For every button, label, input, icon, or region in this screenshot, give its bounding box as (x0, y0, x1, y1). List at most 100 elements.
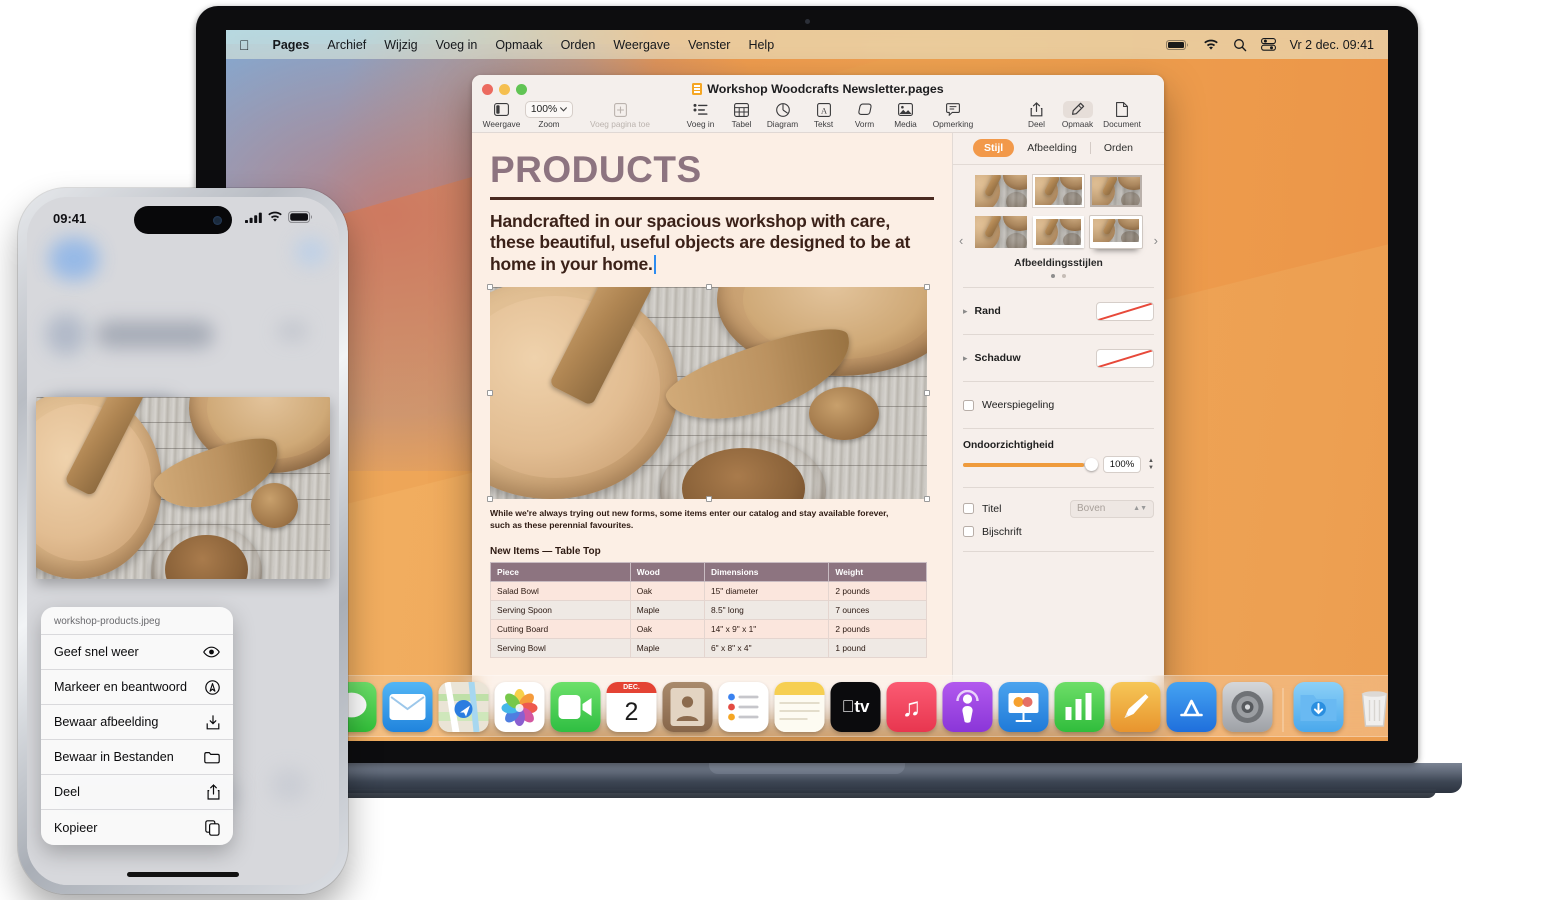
menu-item-markeer-en-beantwoord[interactable]: Markeer en beantwoord (41, 670, 233, 705)
dock-item-trash[interactable] (1350, 682, 1389, 732)
reflection-checkbox[interactable] (963, 399, 974, 411)
stepper-down-icon[interactable]: ▼ (1148, 465, 1154, 471)
format-inspector[interactable]: Stijl Afbeelding Orden ‹ › Afbeeldingsst… (952, 133, 1164, 719)
toolbar-tabel[interactable]: Tabel (721, 101, 762, 129)
dock-item-appstore[interactable] (1166, 682, 1217, 732)
table-row[interactable]: Serving Spoon Maple 8.5" long 7 ounces (490, 599, 927, 620)
macos-menu-bar[interactable]:  Pages Archief Wijzig Voeg in Opmaak Or… (226, 30, 1388, 59)
style-swatch-4[interactable] (975, 216, 1027, 248)
battery-icon[interactable] (1165, 39, 1189, 51)
selected-image[interactable] (487, 284, 930, 503)
styles-prev-arrow[interactable]: ‹ (959, 233, 963, 248)
macos-dock[interactable]: DEC. 2 tv ♫ (226, 675, 1388, 737)
page-dot-2[interactable] (1062, 274, 1066, 278)
dock-item-notes[interactable] (774, 682, 825, 732)
reflection-row[interactable]: Weerspiegeling (953, 391, 1164, 419)
pages-toolbar[interactable]: Weergave 100% Zoom Voeg pagina toe Voeg … (472, 101, 1164, 133)
dock-item-reminders[interactable] (718, 682, 769, 732)
opacity-value-field[interactable]: 100% (1103, 456, 1142, 473)
title-row[interactable]: Titel Boven ▲▼ (953, 497, 1164, 520)
menu-item-help[interactable]: Help (739, 38, 783, 52)
menu-item-voeg-in[interactable]: Voeg in (427, 38, 487, 52)
toolbar-opmerking[interactable]: Opmerking (926, 101, 980, 129)
menu-item-geef-snel-weer[interactable]: Geef snel weer (41, 635, 233, 670)
chevron-right-icon[interactable]: ▸ (963, 306, 968, 317)
dock-item-facetime[interactable] (550, 682, 601, 732)
page-title[interactable]: PRODUCTS (490, 151, 934, 188)
toolbar-vorm[interactable]: Vorm (844, 101, 885, 129)
iphone-screen[interactable]: 09:41 workshop-products.jpeg Geef snel w… (27, 197, 339, 885)
table-row[interactable]: Salad Bowl Oak 15" diameter 2 pounds (490, 580, 927, 601)
menu-item-opmaak[interactable]: Opmaak (486, 38, 551, 52)
toolbar-opmaak[interactable]: Opmaak (1057, 101, 1098, 129)
menu-item-bewaar-afbeelding[interactable]: Bewaar afbeelding (41, 705, 233, 740)
resize-handle-w[interactable] (487, 390, 493, 397)
opacity-slider-knob[interactable] (1085, 458, 1099, 471)
wifi-icon[interactable] (1203, 39, 1219, 51)
search-icon[interactable] (1233, 38, 1247, 52)
border-row[interactable]: ▸ Rand (953, 297, 1164, 325)
tab-afbeelding[interactable]: Afbeelding (1016, 139, 1088, 157)
dock-item-maps[interactable] (438, 682, 489, 732)
share-context-menu[interactable]: workshop-products.jpeg Geef snel weer Ma… (41, 607, 233, 845)
dock-item-keynote[interactable] (998, 682, 1049, 732)
page-dot-1[interactable] (1051, 274, 1055, 278)
chevron-right-icon[interactable]: ▸ (963, 353, 968, 364)
resize-handle-s[interactable] (705, 496, 712, 503)
menu-bar-clock[interactable]: Vr 2 dec. 09:41 (1290, 38, 1374, 52)
resize-handle-ne[interactable] (924, 284, 930, 291)
resize-handle-sw[interactable] (487, 496, 493, 503)
style-swatch-2[interactable] (1032, 175, 1085, 207)
caption-row[interactable]: Bijschrift (953, 520, 1164, 543)
zoom-popup-icon[interactable]: 100% (524, 101, 574, 118)
tab-orden[interactable]: Orden (1093, 139, 1144, 157)
table-row[interactable]: Serving Bowl Maple 6" x 8" x 4" 1 pound (490, 637, 927, 658)
opacity-stepper[interactable]: ▲ ▼ (1148, 458, 1154, 471)
table-title[interactable]: New Items — Table Top (490, 546, 934, 557)
opacity-slider[interactable] (963, 458, 1099, 471)
opacity-control[interactable]: 100% ▲ ▼ (953, 451, 1164, 473)
dock-item-system-settings[interactable] (1222, 682, 1273, 732)
shadow-row[interactable]: ▸ Schaduw (953, 344, 1164, 372)
title-position-select[interactable]: Boven ▲▼ (1070, 499, 1154, 518)
toolbar-document[interactable]: Document (1098, 101, 1146, 129)
menu-item-orden[interactable]: Orden (552, 38, 605, 52)
image-style-grid[interactable] (959, 175, 1158, 248)
dock-item-pages[interactable] (1110, 682, 1161, 732)
style-swatch-5[interactable] (1032, 216, 1085, 248)
image-caption[interactable]: While we're always trying out new forms,… (490, 507, 894, 532)
dock-item-music[interactable]: ♫ (886, 682, 937, 732)
workshop-products-photo[interactable] (490, 287, 927, 500)
dock-item-numbers[interactable] (1054, 682, 1105, 732)
toolbar-diagram[interactable]: Diagram (762, 101, 803, 129)
resize-handle-n[interactable] (705, 284, 712, 291)
caption-checkbox[interactable] (963, 526, 974, 537)
document-canvas[interactable]: PRODUCTS Handcrafted in our spacious wor… (472, 133, 952, 719)
inspector-tabs[interactable]: Stijl Afbeelding Orden (953, 133, 1164, 165)
style-swatch-3[interactable] (1090, 175, 1142, 207)
image-styles-section[interactable]: ‹ › Afbeeldingsstijlen (953, 165, 1164, 278)
toolbar-weergave[interactable]: Weergave (481, 101, 522, 129)
toolbar-deel[interactable]: Deel (1016, 101, 1057, 129)
tab-stijl[interactable]: Stijl (972, 139, 1015, 157)
toolbar-zoom[interactable]: 100% Zoom (522, 101, 576, 129)
toolbar-tekst[interactable]: A Tekst (803, 101, 844, 129)
dock-item-contacts[interactable] (662, 682, 713, 732)
menu-item-venster[interactable]: Venster (679, 38, 739, 52)
home-indicator[interactable] (127, 872, 239, 877)
styles-page-dots[interactable] (959, 274, 1158, 278)
menu-item-kopieer[interactable]: Kopieer (41, 810, 233, 845)
border-none-swatch[interactable] (1096, 301, 1154, 321)
resize-handle-e[interactable] (924, 390, 930, 397)
style-swatch-6-selected[interactable] (1090, 216, 1142, 248)
menu-item-weergave[interactable]: Weergave (604, 38, 679, 52)
stepper-up-icon[interactable]: ▲ (1148, 458, 1154, 464)
shadow-none-swatch[interactable] (1096, 348, 1154, 368)
toolbar-voeg-in[interactable]: Voeg in (680, 101, 721, 129)
style-swatch-1[interactable] (975, 175, 1027, 207)
resize-handle-se[interactable] (924, 496, 930, 503)
menu-item-deel[interactable]: Deel (41, 775, 233, 810)
dock-item-downloads[interactable] (1293, 682, 1344, 732)
menu-item-pages[interactable]: Pages (264, 38, 319, 52)
shared-photo-preview[interactable] (36, 397, 330, 579)
